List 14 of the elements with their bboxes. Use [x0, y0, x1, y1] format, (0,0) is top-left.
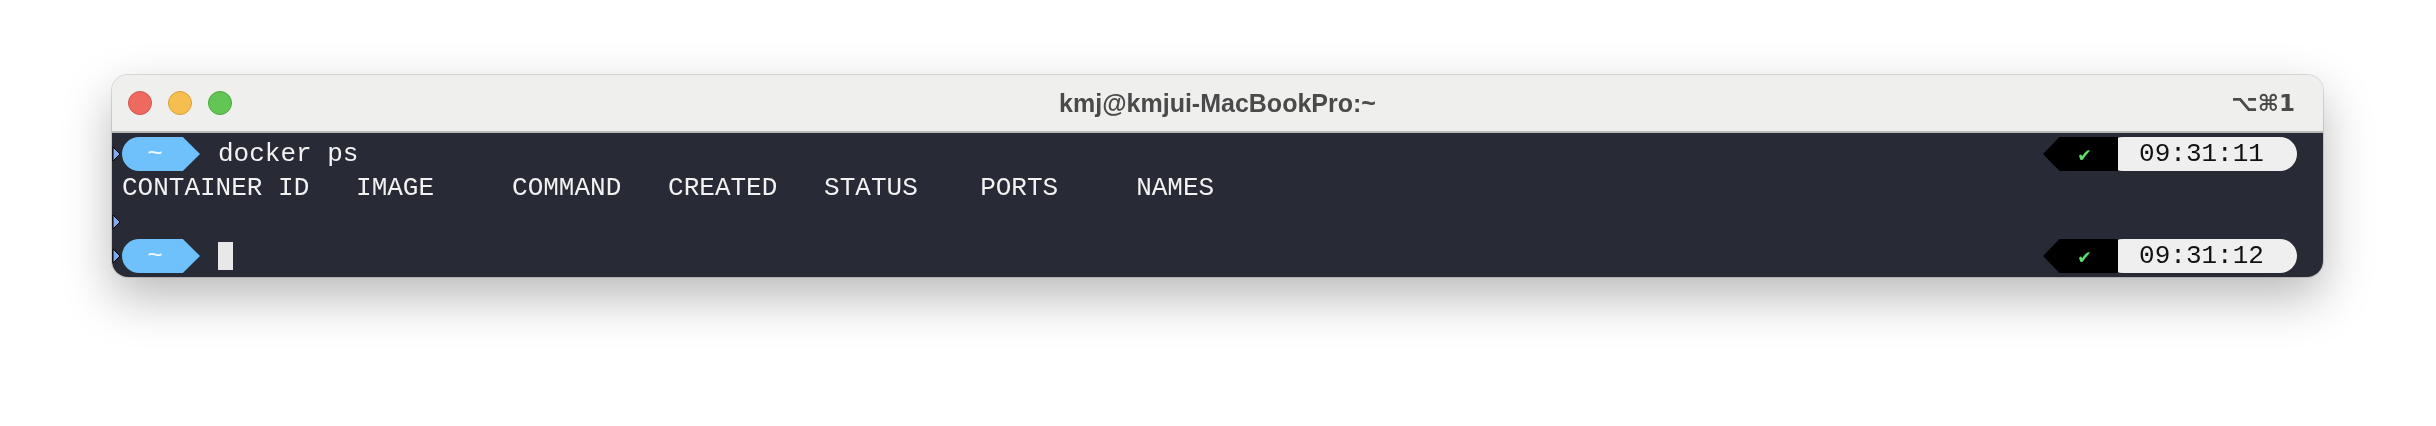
shortcut-label: ⌥⌘1: [2231, 90, 2295, 116]
close-button[interactable]: [128, 91, 152, 115]
directory-segment: ~: [122, 239, 200, 273]
output-text: CONTAINER ID IMAGE COMMAND CREATED STATUS PORTS NAMES: [122, 173, 1215, 203]
directory-segment: ~: [122, 137, 200, 171]
zoom-button[interactable]: [208, 91, 232, 115]
prompt-arrow-icon: [112, 214, 122, 230]
status-indicator: ✔: [2043, 239, 2118, 273]
minimize-button[interactable]: [168, 91, 192, 115]
status-indicator: ✔: [2043, 137, 2118, 171]
prompt-arrow-icon: [112, 146, 122, 162]
prompt-arrow-icon: [112, 248, 122, 264]
command-text: docker ps: [218, 139, 359, 169]
window-title: kmj@kmjui-MacBookPro:~: [1059, 88, 1376, 118]
